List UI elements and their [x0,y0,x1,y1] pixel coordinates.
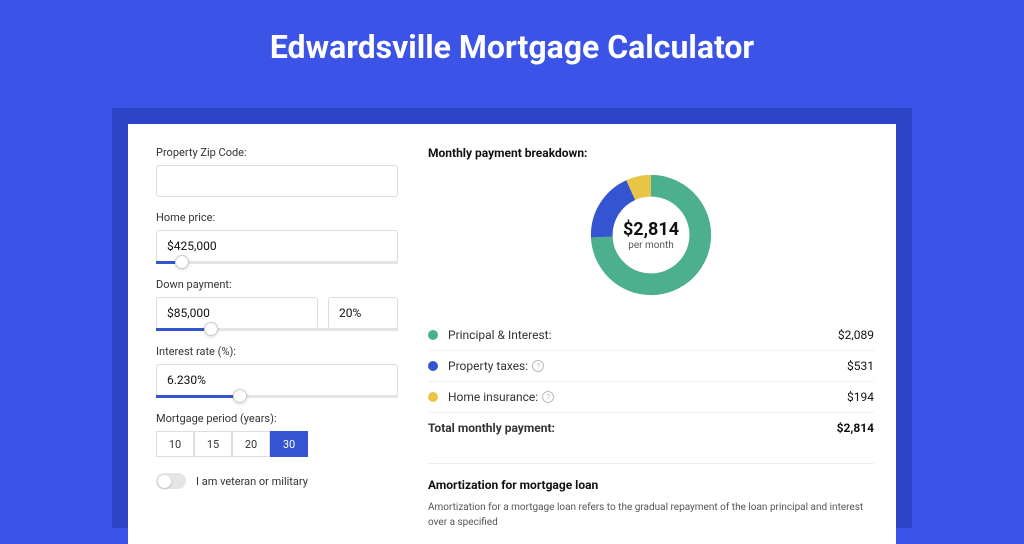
period-label: Mortgage period (years): [156,412,398,425]
rate-label: Interest rate (%): [156,345,398,358]
breakdown-value: $531 [847,359,874,373]
info-icon[interactable]: ? [532,360,544,372]
amortization-section: Amortization for mortgage loan Amortizat… [428,463,874,530]
breakdown-value: $2,089 [838,328,874,342]
info-icon[interactable]: ? [542,391,554,403]
breakdown-panel: Monthly payment breakdown: $2,814 per mo… [428,146,874,530]
period-30[interactable]: 30 [270,431,308,457]
total-value: $2,814 [837,421,874,435]
breakdown-row-principal: Principal & Interest: $2,089 [428,320,874,351]
amortization-header: Amortization for mortgage loan [428,478,874,492]
donut-amount: $2,814 [623,219,679,240]
breakdown-label: Principal & Interest: [448,328,838,342]
down-slider[interactable] [156,328,398,331]
down-amount-input[interactable] [156,297,318,329]
total-label: Total monthly payment: [428,421,837,435]
rate-input[interactable] [156,364,398,396]
breakdown-value: $194 [847,390,874,404]
period-15[interactable]: 15 [194,431,232,457]
price-slider[interactable] [156,261,398,264]
rate-slider[interactable] [156,395,398,398]
breakdown-label: Property taxes: [448,359,528,373]
down-label: Down payment: [156,278,398,291]
down-percent-input[interactable] [328,297,398,329]
veteran-label: I am veteran or military [196,475,308,488]
veteran-toggle[interactable] [156,473,186,489]
page-title: Edwardsville Mortgage Calculator [0,0,1024,88]
breakdown-row-total: Total monthly payment: $2,814 [428,413,874,443]
dot-icon [428,330,438,340]
breakdown-row-insurance: Home insurance: ? $194 [428,382,874,413]
price-input[interactable] [156,230,398,262]
zip-input[interactable] [156,165,398,197]
zip-label: Property Zip Code: [156,146,398,159]
form-panel: Property Zip Code: Home price: Down paym… [156,146,398,530]
breakdown-row-taxes: Property taxes: ? $531 [428,351,874,382]
calculator-card: Property Zip Code: Home price: Down paym… [128,124,896,544]
amortization-text: Amortization for a mortgage loan refers … [428,500,874,530]
period-10[interactable]: 10 [156,431,194,457]
donut-per-month: per month [628,240,674,251]
period-group: 10 15 20 30 [156,431,398,457]
breakdown-header: Monthly payment breakdown: [428,146,874,160]
dot-icon [428,361,438,371]
dot-icon [428,392,438,402]
price-label: Home price: [156,211,398,224]
breakdown-label: Home insurance: [448,390,538,404]
payment-donut-chart: $2,814 per month [586,170,716,300]
period-20[interactable]: 20 [232,431,270,457]
